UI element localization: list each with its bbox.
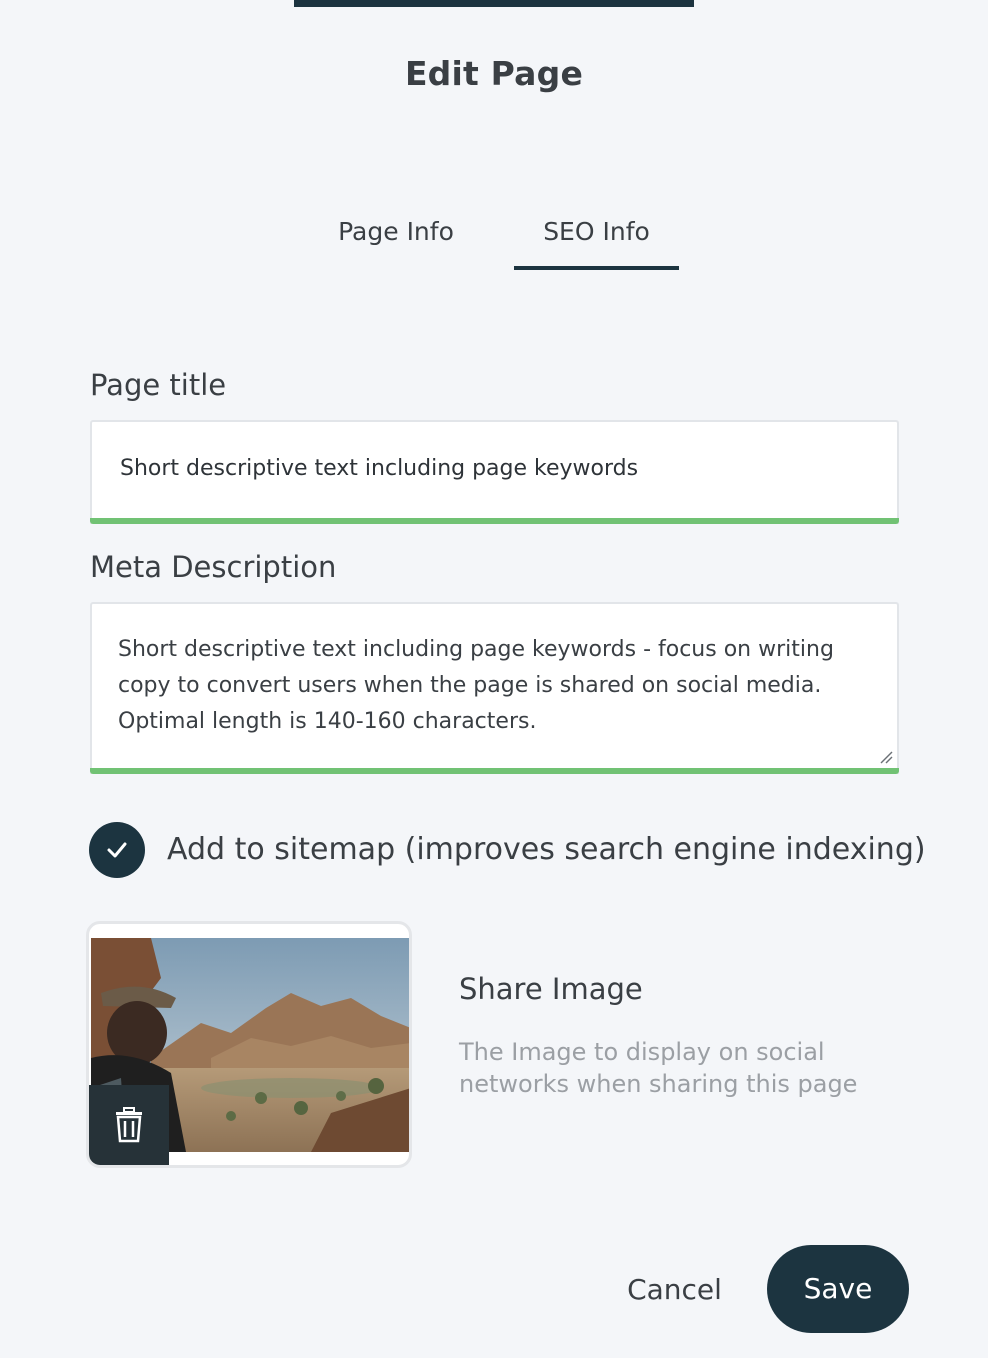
sitemap-checkbox[interactable] xyxy=(89,822,145,878)
sitemap-checkbox-row: Add to sitemap (improves search engine i… xyxy=(89,822,926,878)
resize-handle-icon[interactable] xyxy=(879,750,893,764)
tab-page-info[interactable]: Page Info xyxy=(330,212,462,270)
share-image-description: The Image to display on social networks … xyxy=(459,1038,858,1098)
page-title-label: Page title xyxy=(90,368,227,402)
save-button[interactable]: Save xyxy=(767,1245,909,1333)
meta-description-value: Short descriptive text including page ke… xyxy=(118,637,834,734)
delete-image-button[interactable] xyxy=(89,1085,169,1165)
modal-top-bar xyxy=(294,0,694,7)
share-image-title: Share Image xyxy=(459,972,643,1006)
cancel-button[interactable]: Cancel xyxy=(612,1262,737,1318)
share-image-card[interactable] xyxy=(86,921,412,1168)
page-title-input[interactable]: Short descriptive text including page ke… xyxy=(90,420,899,524)
meta-description-textarea[interactable]: Short descriptive text including page ke… xyxy=(90,602,899,774)
active-tab-indicator xyxy=(514,266,679,270)
tab-bar: Page Info SEO Info xyxy=(0,212,988,272)
trash-icon xyxy=(116,1107,142,1143)
checkmark-icon xyxy=(107,842,127,858)
page-title-value: Short descriptive text including page ke… xyxy=(120,456,639,481)
modal-title: Edit Page xyxy=(404,54,584,93)
tab-seo-info[interactable]: SEO Info xyxy=(514,212,679,270)
meta-description-label: Meta Description xyxy=(90,550,337,584)
meta-description-valid-bar xyxy=(90,768,899,774)
sitemap-label: Add to sitemap (improves search engine i… xyxy=(167,832,926,867)
page-title-valid-bar xyxy=(90,518,899,524)
